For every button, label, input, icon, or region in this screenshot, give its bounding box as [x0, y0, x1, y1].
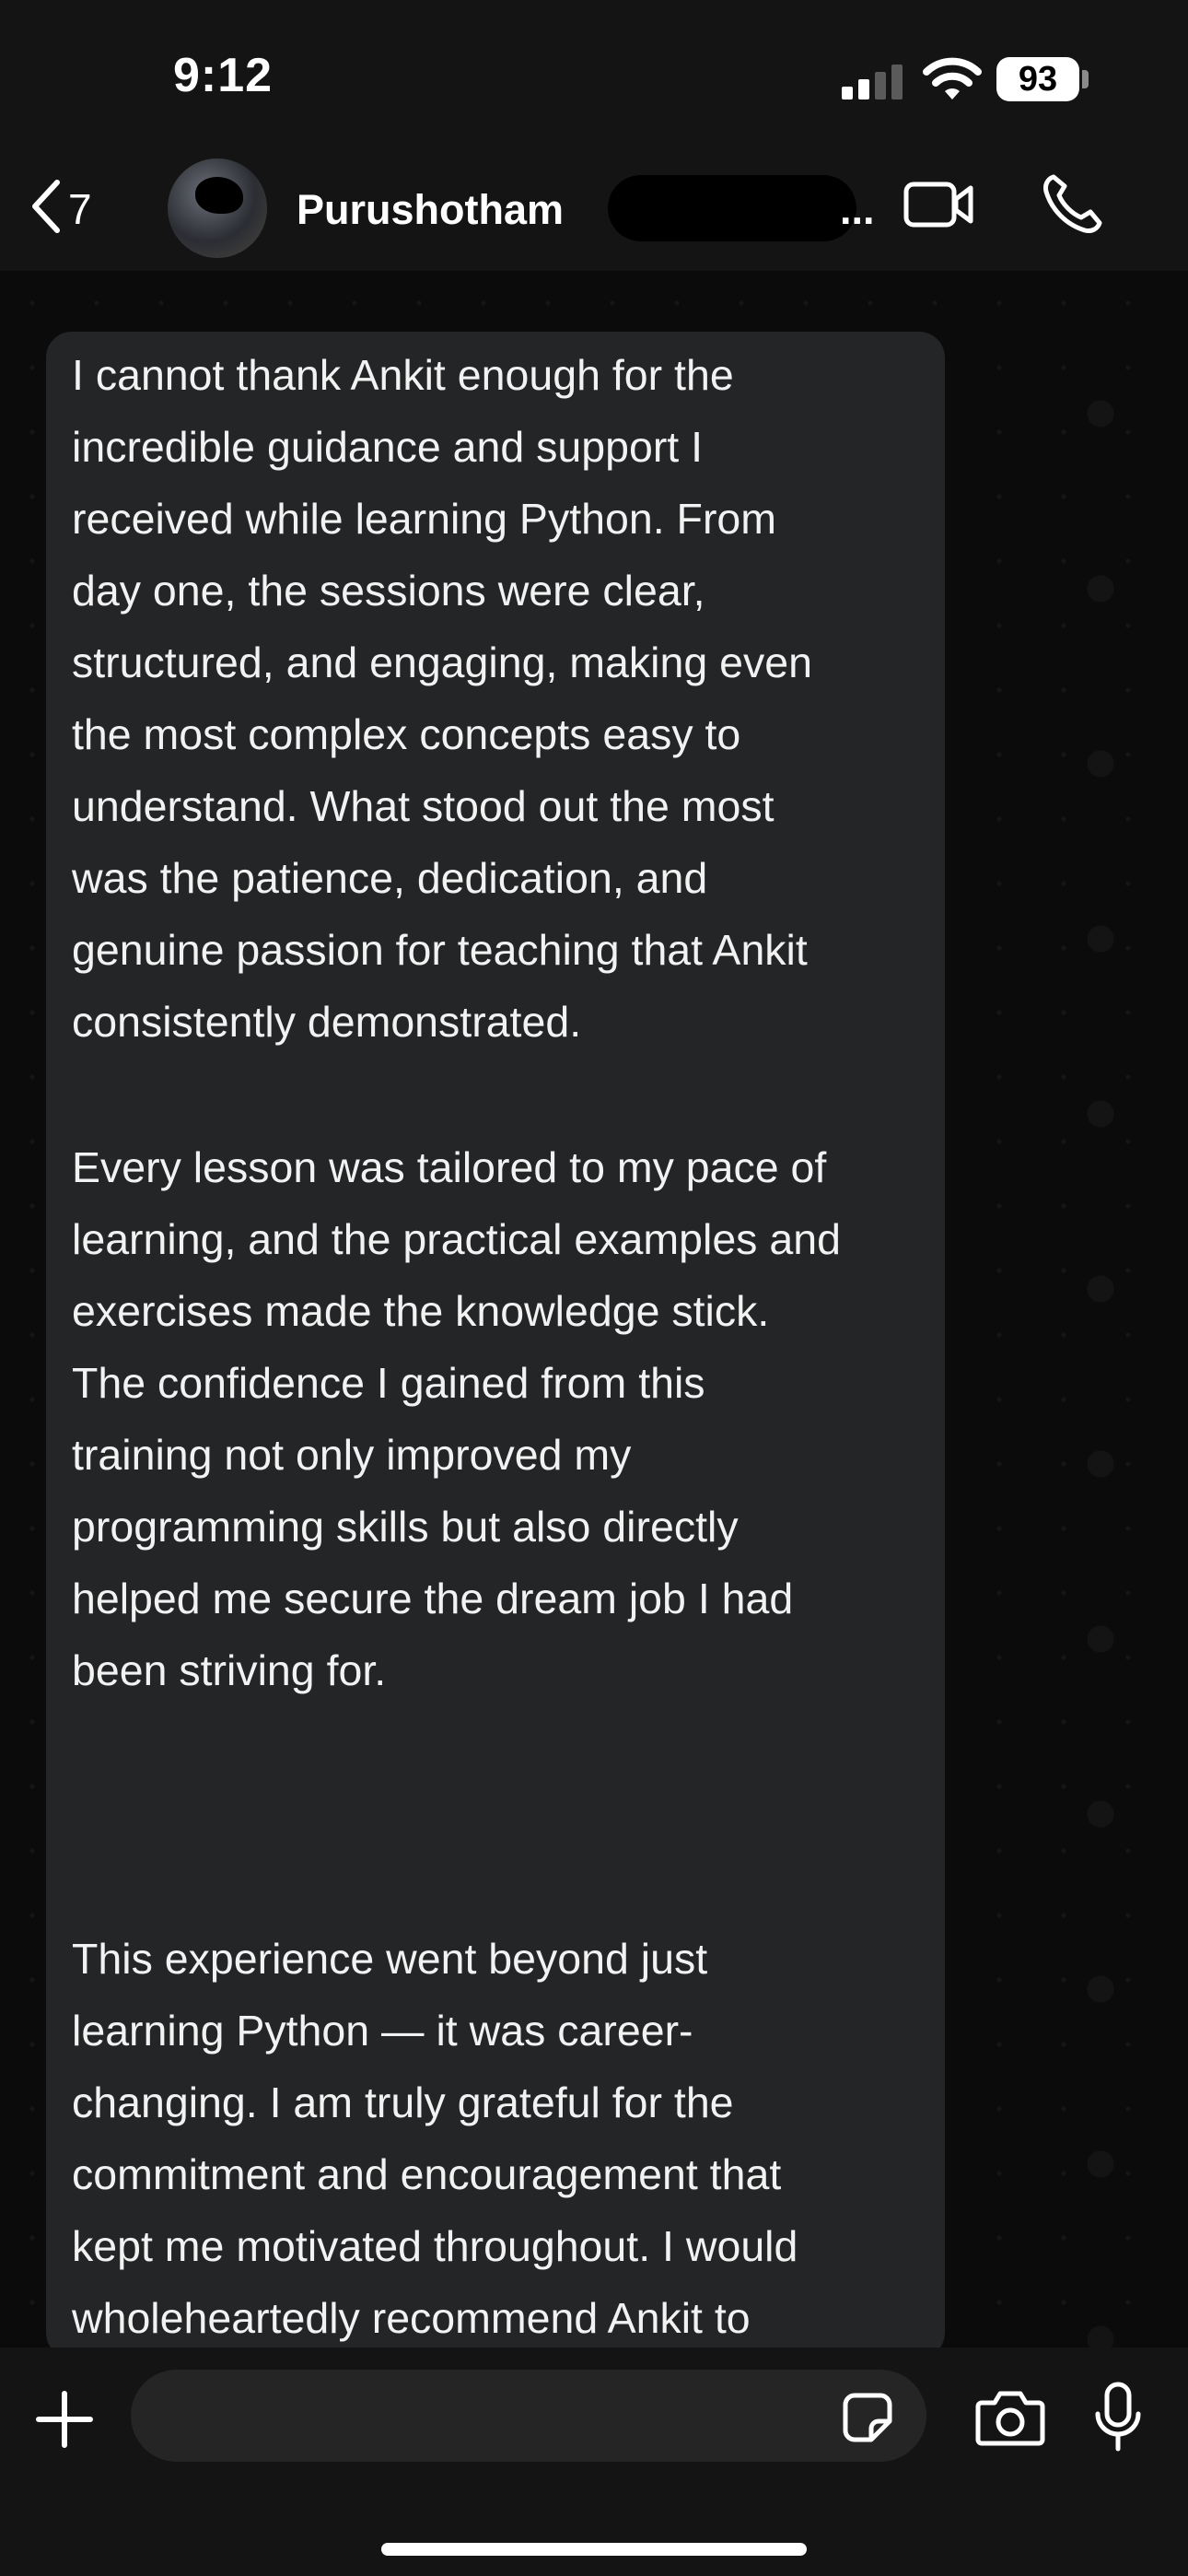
message-paragraph: This experience went beyond just learnin… — [72, 1935, 798, 2342]
chat-area[interactable]: I cannot thank Ankit enough for the incr… — [0, 271, 1188, 2348]
message-bubble[interactable]: I cannot thank Ankit enough for the incr… — [46, 332, 945, 2348]
message-composer — [0, 2348, 1188, 2576]
video-icon — [903, 181, 973, 228]
status-time: 9:12 — [173, 49, 274, 102]
message-paragraph: Every lesson was tailored to my pace of … — [72, 1143, 841, 1694]
cellular-signal-icon — [842, 64, 903, 100]
message-input[interactable] — [131, 2370, 926, 2462]
avatar-redaction — [195, 177, 243, 214]
name-redaction — [608, 175, 856, 241]
message-paragraph: I cannot thank Ankit enough for the incr… — [72, 351, 812, 1046]
plus-icon — [36, 2391, 93, 2448]
wifi-icon — [923, 57, 982, 100]
battery-cap — [1082, 70, 1089, 88]
camera-icon — [975, 2391, 1045, 2446]
avatar[interactable] — [168, 158, 267, 258]
status-bar: 9:12 93 — [0, 0, 1188, 157]
name-ellipsis: ... — [840, 186, 875, 233]
camera-button[interactable] — [974, 2388, 1046, 2447]
battery-indicator: 93 — [996, 57, 1079, 101]
home-indicator — [381, 2543, 807, 2556]
chevron-left-icon — [32, 180, 60, 233]
chat-header: 7 Purushotham ... — [0, 138, 1188, 271]
microphone-icon — [1095, 2382, 1141, 2452]
attach-button[interactable] — [35, 2390, 94, 2449]
sticker-button[interactable] — [840, 2390, 895, 2445]
contact-name[interactable]: Purushotham — [297, 186, 564, 234]
voice-message-button[interactable] — [1092, 2381, 1144, 2454]
unread-count[interactable]: 7 — [68, 184, 92, 234]
sticker-icon — [843, 2393, 892, 2442]
voice-call-button[interactable] — [1041, 171, 1103, 236]
video-call-button[interactable] — [903, 177, 976, 232]
phone-icon — [1043, 174, 1102, 233]
